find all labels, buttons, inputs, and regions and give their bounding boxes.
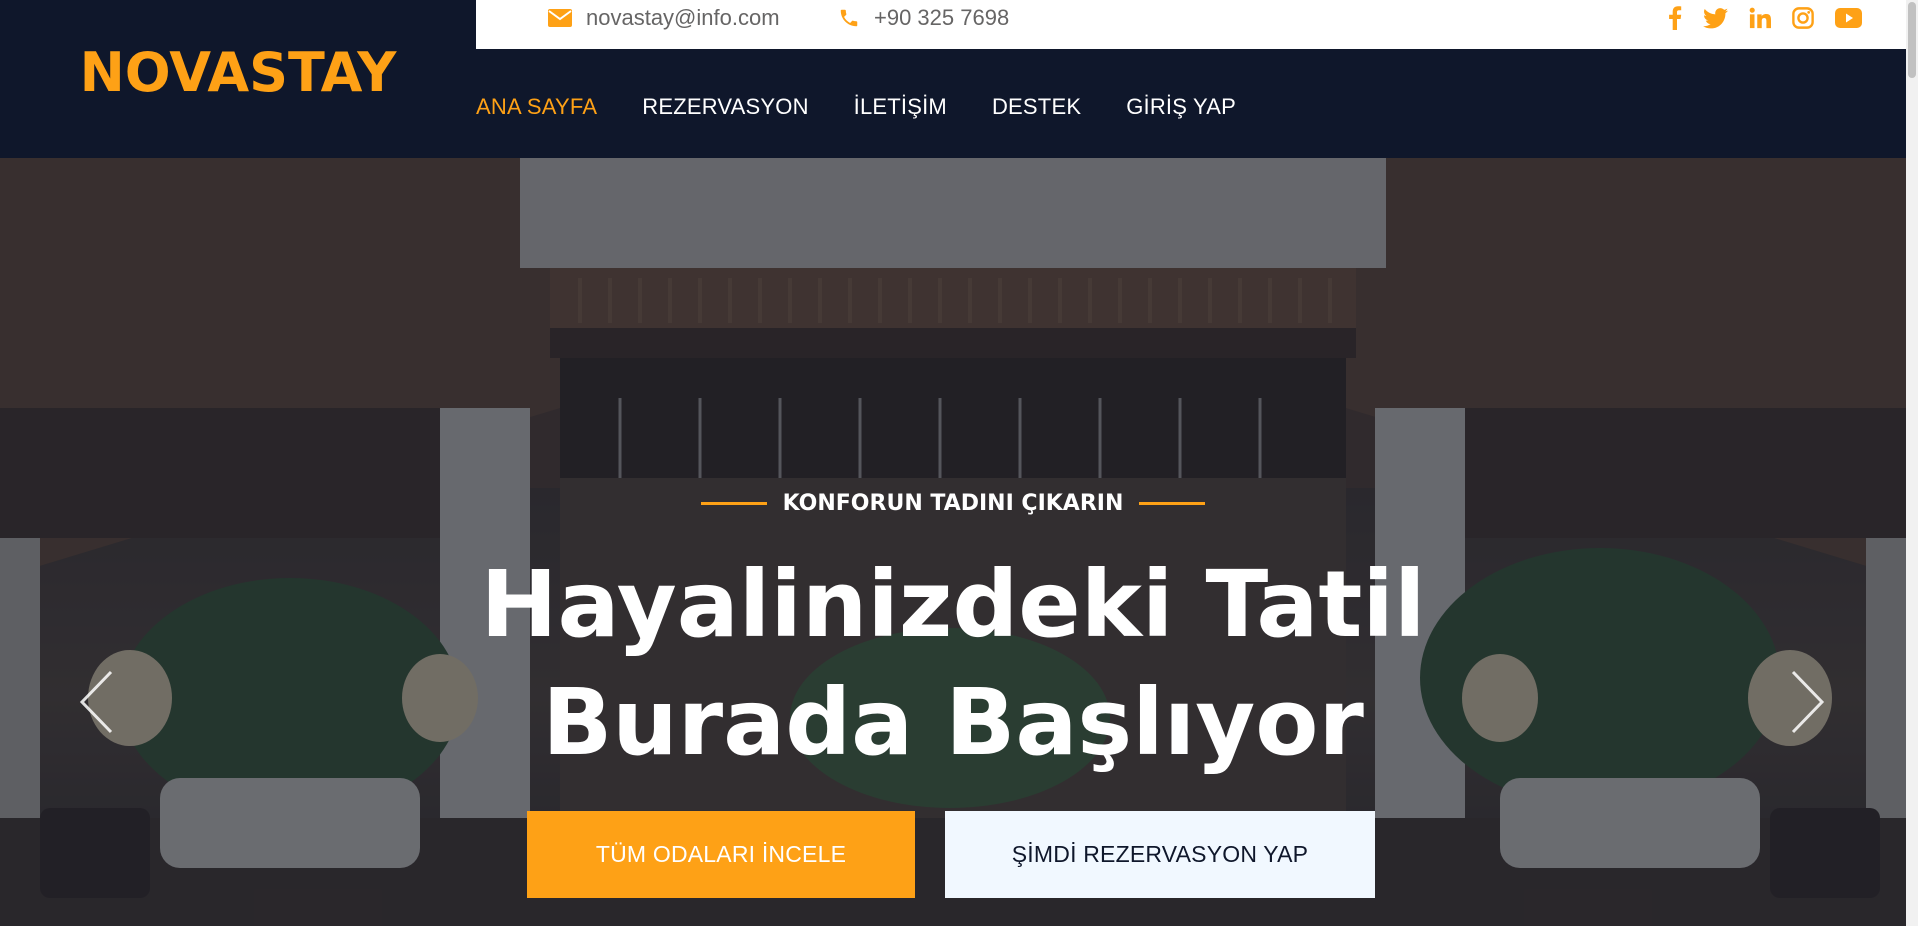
hero-buttons: TÜM ODALARI İNCELE ŞİMDİ REZERVASYON YAP (0, 811, 1906, 898)
email-text: novastay@info.com (586, 5, 780, 30)
page-scrollbar[interactable] (1906, 0, 1918, 926)
social-links (1668, 0, 1862, 36)
nav-item-login[interactable]: GİRİŞ YAP (1126, 88, 1236, 120)
eyebrow-line-right (1139, 502, 1206, 505)
carousel-prev-button[interactable] (66, 657, 126, 747)
hero-eyebrow: KONFORUN TADINI ÇIKARIN (0, 491, 1906, 516)
nav-item-support[interactable]: DESTEK (992, 88, 1081, 120)
nav-item-reservation[interactable]: REZERVASYON (642, 88, 808, 120)
twitter-icon[interactable] (1703, 7, 1728, 29)
hero-title: Hayalinizdeki Tatil Burada Başlıyor (0, 546, 1906, 782)
hero-content: KONFORUN TADINI ÇIKARIN Hayalinizdeki Ta… (0, 158, 1906, 926)
facebook-icon[interactable] (1668, 6, 1682, 30)
top-bar: novastay@info.com +90 325 7698 (476, 0, 1906, 49)
linkedin-icon[interactable] (1749, 7, 1771, 29)
nav-item-contact[interactable]: İLETİŞİM (854, 88, 947, 120)
youtube-icon[interactable] (1835, 8, 1862, 28)
instagram-icon[interactable] (1792, 7, 1814, 29)
site-header: NOVASTAY novastay@info.com +90 325 7698 (0, 0, 1906, 158)
contact-email: novastay@info.com (548, 0, 780, 36)
phone-icon (838, 7, 860, 29)
hero-title-line1: Hayalinizdeki Tatil (480, 551, 1426, 658)
brand-logo[interactable]: NOVASTAY (0, 0, 476, 158)
chevron-right-icon (1791, 670, 1825, 734)
hero-title-line2: Burada Başlıyor (542, 669, 1364, 776)
view-rooms-button[interactable]: TÜM ODALARI İNCELE (527, 811, 915, 898)
eyebrow-line-left (700, 502, 767, 505)
book-now-button[interactable]: ŞİMDİ REZERVASYON YAP (945, 811, 1375, 898)
carousel-next-button[interactable] (1778, 657, 1838, 747)
main-nav: ANA SAYFA REZERVASYON İLETİŞİM DESTEK Gİ… (476, 49, 1281, 158)
hero-carousel: KONFORUN TADINI ÇIKARIN Hayalinizdeki Ta… (0, 158, 1906, 926)
envelope-icon (548, 9, 572, 27)
eyebrow-text: KONFORUN TADINI ÇIKARIN (782, 491, 1124, 516)
brand-name[interactable]: NOVASTAY (80, 41, 397, 104)
nav-item-home[interactable]: ANA SAYFA (476, 88, 597, 120)
scrollbar-thumb[interactable] (1908, 2, 1916, 78)
phone-text: +90 325 7698 (874, 5, 1010, 30)
chevron-left-icon (79, 670, 113, 734)
contact-phone: +90 325 7698 (838, 0, 1009, 36)
